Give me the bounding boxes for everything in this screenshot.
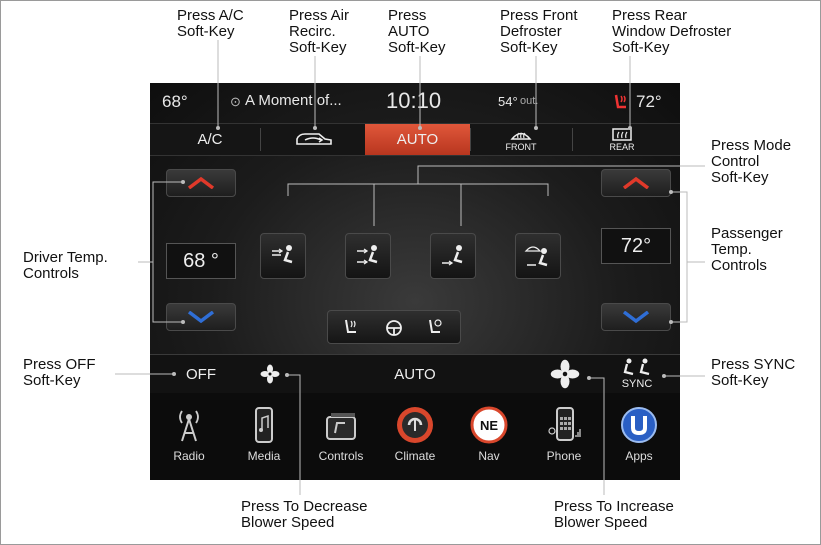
seat-controls-bar bbox=[327, 310, 461, 344]
nav-climate-label: Climate bbox=[394, 449, 436, 463]
front-defrost-label: FRONT bbox=[505, 141, 537, 152]
phone-icon bbox=[548, 407, 581, 441]
radio-source-icon: ⊙ bbox=[230, 94, 241, 109]
fan-large-icon bbox=[550, 359, 580, 389]
airflow-floor-defrost-icon bbox=[524, 246, 548, 267]
media-player-icon bbox=[255, 407, 273, 443]
ac-button[interactable]: A/C bbox=[170, 124, 250, 155]
status-passenger-temp: 72° bbox=[636, 92, 662, 111]
callout-rear-defrost: Press Rear Window Defroster Soft-Key bbox=[612, 7, 732, 56]
nav-phone-label: Phone bbox=[546, 449, 582, 463]
compass-badge: NE bbox=[480, 418, 498, 433]
compass-icon: NE bbox=[470, 406, 508, 444]
chevron-up-icon bbox=[187, 177, 215, 189]
nav-climate[interactable]: Climate bbox=[384, 399, 446, 477]
status-time: 10:10 bbox=[386, 88, 442, 113]
off-button[interactable]: OFF bbox=[166, 355, 236, 393]
heated-seat-icon bbox=[345, 319, 356, 333]
heated-seat-button[interactable] bbox=[336, 317, 366, 337]
nav-nav[interactable]: NE Nav bbox=[458, 399, 520, 477]
mode-floor-defrost-button[interactable] bbox=[515, 233, 561, 279]
nav-nav-label: Nav bbox=[478, 449, 500, 463]
rear-defrost-label: REAR bbox=[609, 141, 635, 152]
nav-media[interactable]: Media bbox=[233, 399, 295, 477]
status-media-text: A Moment of... bbox=[245, 92, 342, 109]
callout-ac: Press A/C Soft-Key bbox=[177, 7, 244, 40]
nav-apps[interactable]: Apps bbox=[608, 399, 670, 477]
airflow-floor-icon bbox=[442, 245, 463, 266]
callout-sync: Press SYNC Soft-Key bbox=[711, 356, 796, 389]
front-defrost-button[interactable]: FRONT bbox=[470, 124, 572, 155]
status-bar: 68° ⊙ A Moment of... 10:10 54° out. 72° bbox=[150, 83, 680, 123]
controls-icon bbox=[326, 413, 356, 440]
climate-icon bbox=[397, 407, 433, 443]
nav-radio[interactable]: Radio bbox=[158, 399, 220, 477]
status-outside-temp: 54° bbox=[498, 94, 518, 109]
callout-passenger-temp: Passenger Temp. Controls bbox=[711, 225, 783, 274]
chevron-down-icon bbox=[187, 311, 215, 323]
blower-increase-button[interactable] bbox=[535, 355, 595, 393]
apps-icon bbox=[621, 407, 657, 443]
app-nav-bar: Radio Media Controls Climate NE Nav Phon… bbox=[150, 393, 680, 480]
callout-recirc: Press Air Recirc. Soft-Key bbox=[289, 7, 350, 56]
sync-label: SYNC bbox=[621, 378, 653, 390]
callout-increase-blower: Press To Increase Blower Speed bbox=[554, 498, 674, 531]
fan-small-icon bbox=[260, 364, 280, 384]
mode-panel-button[interactable] bbox=[260, 233, 306, 279]
nav-media-label: Media bbox=[247, 449, 281, 463]
callout-auto: Press AUTO Soft-Key bbox=[388, 7, 446, 56]
recirculation-button[interactable] bbox=[260, 124, 365, 155]
nav-controls[interactable]: Controls bbox=[310, 399, 372, 477]
climate-bottom-bar: OFF AUTO SYNC bbox=[150, 354, 680, 394]
climate-tab-bar: A/C AUTO FRONT REAR bbox=[150, 123, 680, 156]
climate-screen: 68° ⊙ A Moment of... 10:10 54° out. 72° … bbox=[150, 83, 680, 480]
chevron-down-icon bbox=[622, 311, 650, 323]
nav-apps-label: Apps bbox=[625, 449, 653, 463]
passenger-temp-down-button[interactable] bbox=[601, 303, 671, 331]
callout-front-defrost: Press Front Defroster Soft-Key bbox=[500, 7, 578, 56]
auto-button[interactable]: AUTO bbox=[365, 124, 470, 155]
rear-defrost-icon bbox=[612, 127, 632, 141]
nav-radio-label: Radio bbox=[173, 449, 205, 463]
sync-seats-icon bbox=[623, 358, 650, 376]
airflow-panel-icon bbox=[272, 245, 293, 264]
callout-decrease-blower: Press To Decrease Blower Speed bbox=[241, 498, 368, 531]
radio-tower-icon bbox=[179, 410, 199, 442]
rear-defrost-button[interactable]: REAR bbox=[572, 124, 672, 155]
heated-wheel-button[interactable] bbox=[379, 317, 409, 337]
callout-mode: Press Mode Control Soft-Key bbox=[711, 137, 792, 186]
driver-temp-display: 68 ° bbox=[166, 243, 236, 279]
nav-phone[interactable]: Phone bbox=[533, 399, 595, 477]
passenger-temp-up-button[interactable] bbox=[601, 169, 671, 197]
status-driver-temp: 68° bbox=[162, 92, 188, 111]
chevron-up-icon bbox=[622, 177, 650, 189]
blower-decrease-button[interactable] bbox=[240, 355, 300, 393]
callout-off: Press OFF Soft-Key bbox=[23, 356, 96, 389]
sync-button[interactable]: SYNC bbox=[602, 355, 672, 393]
mode-floor-button[interactable] bbox=[430, 233, 476, 279]
heated-seat-status-icon bbox=[612, 92, 632, 112]
ventilated-seat-button[interactable] bbox=[420, 317, 450, 337]
recirculation-icon bbox=[295, 132, 332, 145]
blower-auto-button[interactable]: AUTO bbox=[308, 355, 522, 393]
heated-wheel-icon bbox=[386, 320, 402, 336]
driver-temp-up-button[interactable] bbox=[166, 169, 236, 197]
driver-temp-down-button[interactable] bbox=[166, 303, 236, 331]
passenger-temp-display: 72° bbox=[601, 228, 671, 264]
nav-controls-label: Controls bbox=[318, 449, 364, 463]
callout-driver-temp: Driver Temp. Controls bbox=[23, 249, 108, 282]
airflow-bilevel-icon bbox=[357, 245, 378, 265]
mode-bilevel-button[interactable] bbox=[345, 233, 391, 279]
ventilated-seat-icon bbox=[429, 319, 442, 333]
status-outside-label: out. bbox=[520, 95, 539, 107]
front-defrost-icon bbox=[510, 132, 532, 140]
